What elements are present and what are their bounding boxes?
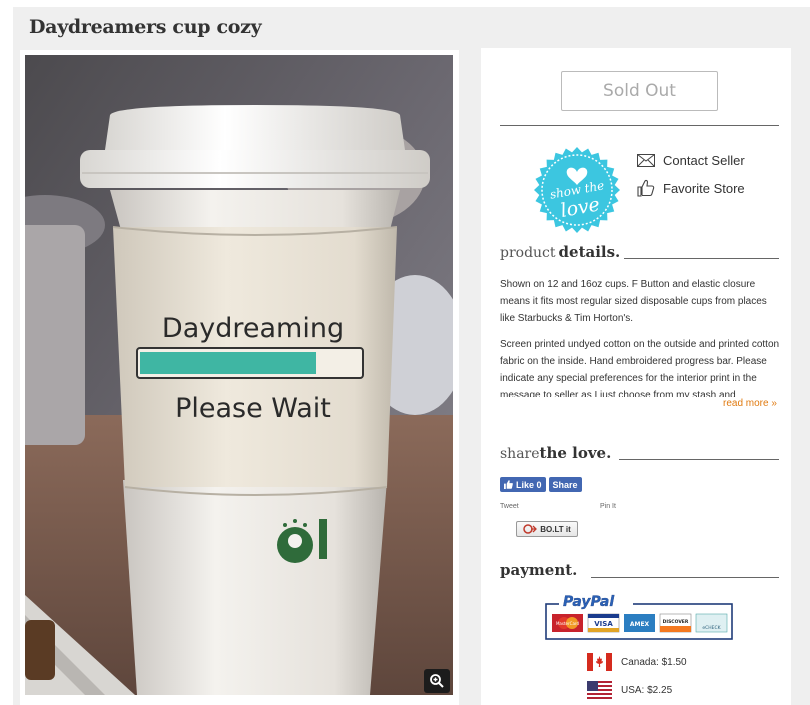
shipping-label: USA: $2.25 [621, 684, 673, 696]
payment-heading-bold: payment. [500, 561, 578, 579]
contact-seller-link[interactable]: Contact Seller [637, 153, 745, 168]
details-text: Shown on 12 and 16oz cups. F Button and … [500, 276, 782, 397]
thumbs-up-icon [637, 179, 655, 197]
listing-title: Daydreamers cup cozy [29, 16, 262, 38]
like-label: Like 0 [516, 479, 542, 490]
divider [624, 258, 779, 259]
share-heading-bold: the love. [539, 444, 612, 462]
divider [619, 459, 779, 460]
echeck-icon: eCHECK [695, 613, 728, 633]
divider [591, 577, 779, 578]
svg-text:AMEX: AMEX [630, 621, 650, 628]
share-heading-light: share [500, 446, 540, 462]
usa-flag-icon [587, 681, 612, 699]
details-heading-light: product [500, 245, 556, 261]
payment-heading: payment. [500, 561, 577, 579]
progress-bar-fill [140, 352, 316, 374]
envelope-icon [637, 154, 655, 167]
shipping-row-canada: Canada: $1.50 [587, 653, 687, 671]
amex-icon: AMEX [624, 614, 655, 632]
cozy-text-bottom: Please Wait [175, 393, 331, 424]
cozy-text-top: Daydreaming [162, 313, 344, 344]
zoom-in-icon [430, 674, 444, 688]
favorite-store-link[interactable]: Favorite Store [637, 179, 745, 197]
divider [500, 125, 779, 126]
read-more-link[interactable]: read more » [723, 398, 777, 409]
tweet-link[interactable]: Tweet [500, 503, 519, 510]
product-photo[interactable]: Daydreaming Please Wait [25, 55, 453, 695]
share-label: Share [552, 479, 578, 490]
share-heading: share the love. [500, 444, 611, 462]
facebook-like-widget: Like 0 Share [500, 477, 582, 492]
canada-flag-icon [587, 653, 612, 671]
svg-text:DISCOVER: DISCOVER [663, 619, 689, 625]
boltit-label: BO.LT it [540, 524, 571, 534]
facebook-like-button[interactable]: Like 0 [500, 477, 546, 492]
boltit-icon [523, 524, 538, 534]
favorite-store-label: Favorite Store [663, 180, 745, 196]
shipping-label: Canada: $1.50 [621, 656, 687, 668]
sold-out-button[interactable]: Sold Out [561, 71, 718, 111]
visa-icon: VISA [587, 613, 620, 633]
details-paragraph: Shown on 12 and 16oz cups. F Button and … [500, 279, 767, 324]
details-paragraph: Screen printed undyed cotton on the outs… [500, 339, 780, 397]
show-the-love-badge[interactable]: show the love [533, 146, 621, 234]
shipping-row-usa: USA: $2.25 [587, 681, 672, 699]
svg-text:VISA: VISA [594, 620, 613, 628]
thumbs-up-icon [504, 480, 513, 489]
details-heading-bold: details. [558, 243, 621, 261]
paypal-label: PayPal [563, 594, 614, 610]
discover-icon: DISCOVER [659, 613, 692, 633]
mastercard-icon: MasterCard [552, 614, 583, 632]
details-heading: product details. [500, 243, 620, 261]
zoom-button[interactable] [424, 669, 450, 693]
contact-seller-label: Contact Seller [663, 153, 745, 168]
svg-text:MasterCard: MasterCard [556, 621, 579, 626]
facebook-share-button[interactable]: Share [548, 477, 582, 492]
svg-text:eCHECK: eCHECK [702, 625, 721, 631]
paypal-logo: PayPal MasterCard VISA AMEX DISCOVER eCH… [545, 591, 733, 640]
boltit-button[interactable]: BO.LT it [516, 521, 578, 537]
pin-it-link[interactable]: Pin It [600, 503, 616, 510]
